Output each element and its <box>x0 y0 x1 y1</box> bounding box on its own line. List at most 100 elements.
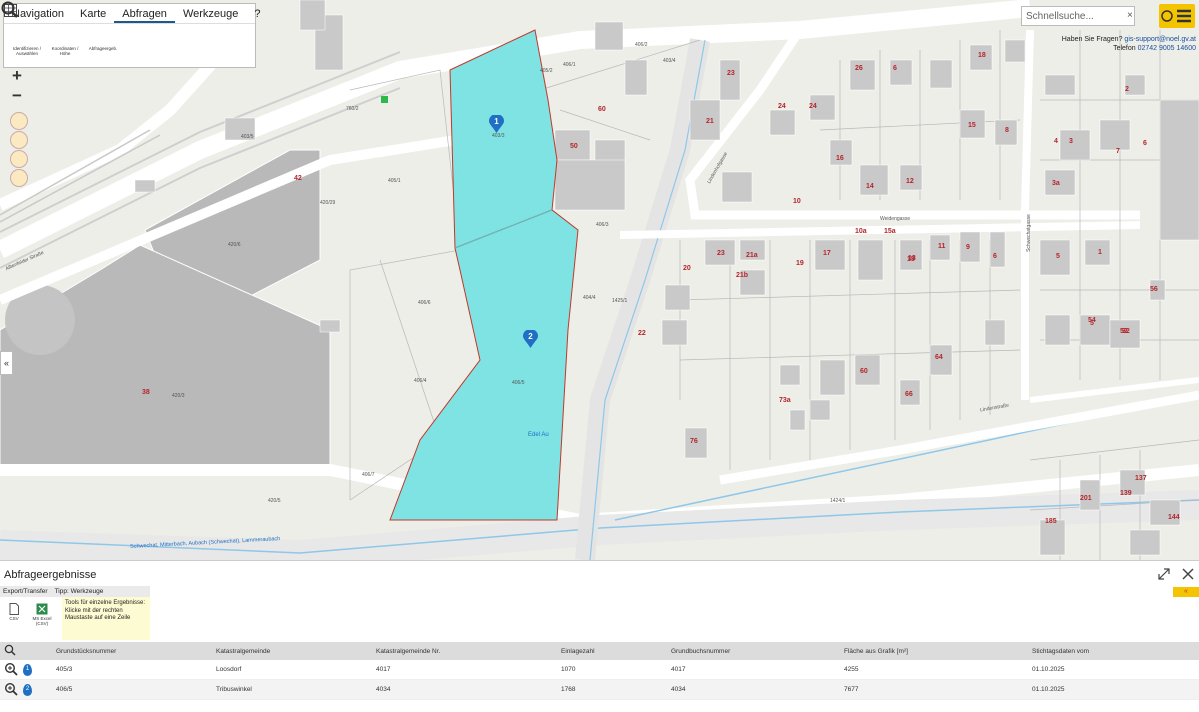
house-number: 4 <box>1054 138 1058 145</box>
zoom-to-button[interactable] <box>0 660 22 680</box>
house-number: 11 <box>938 243 946 250</box>
column-header[interactable]: Stichtagsdaten vom <box>1032 642 1199 660</box>
csv-file-icon <box>9 603 19 615</box>
house-number: 66 <box>905 391 913 398</box>
house-number: 18 <box>978 52 986 59</box>
locate-button[interactable] <box>10 169 28 187</box>
house-number: 6 <box>1143 140 1147 147</box>
zoom-to-icon <box>4 662 18 676</box>
back-button[interactable] <box>10 150 28 168</box>
street-name: Schwechatgasse <box>1025 214 1032 252</box>
panel-action-button[interactable]: « <box>1173 587 1199 597</box>
house-number: 2 <box>1125 86 1129 93</box>
house-number: 60 <box>860 368 868 375</box>
house-number: 22 <box>638 330 646 337</box>
results-panel: Abfrageergebnisse « Export/Transfer Tipp… <box>0 560 1199 712</box>
column-header[interactable]: Katastralgemeinde Nr. <box>376 642 561 660</box>
table-header: Grundstücksnummer Katastralgemeinde Kata… <box>0 642 1199 660</box>
parcel-label: 405/2 <box>540 68 553 74</box>
house-number: 20 <box>683 265 691 272</box>
coordinates-tool-label: Koordinaten / Höhe <box>51 46 79 56</box>
zoom-to-button[interactable] <box>0 679 22 700</box>
column-header[interactable]: Grundstücksnummer <box>56 642 216 660</box>
house-number: 144 <box>1168 514 1180 521</box>
parcel-label: 406/3 <box>596 222 609 228</box>
parcel-label: 403/4 <box>663 58 676 64</box>
tab-help[interactable]: ? <box>246 4 268 23</box>
export-section: Export/Transfer Tipp: Werkzeuge CSV MS E… <box>0 586 150 640</box>
column-header[interactable]: Grundbuchsnummer <box>671 642 844 660</box>
street-name: Edel Au <box>528 432 549 438</box>
identify-tool-label: Identifizieren / Auswählen <box>12 46 41 56</box>
main-menu-button[interactable] <box>1159 4 1195 28</box>
export-tab[interactable]: Export/Transfer <box>0 586 52 597</box>
house-number: 5 <box>1056 253 1060 260</box>
house-number: 54 <box>1088 317 1096 324</box>
search-icon[interactable] <box>0 0 20 20</box>
expand-icon[interactable] <box>1158 568 1170 580</box>
export-csv-label: CSV <box>9 616 19 621</box>
table-cell: 1070 <box>561 660 671 680</box>
table-cell: 4017 <box>376 660 561 680</box>
marker-header <box>22 642 56 660</box>
house-number: 3a <box>1052 180 1060 187</box>
house-number: 3 <box>1069 138 1073 145</box>
row-marker-badge: 1 <box>23 663 32 676</box>
table-cell: 01.10.2025 <box>1032 679 1199 700</box>
zoom-in-button[interactable]: + <box>8 67 26 85</box>
collapse-sidebar-button[interactable]: « <box>0 351 13 375</box>
house-number: 8 <box>1005 127 1009 134</box>
table-cell: Tribuswinkel <box>216 679 376 700</box>
parcel-label: 406/7 <box>362 472 375 478</box>
house-number: 76 <box>690 438 698 445</box>
main-menu: Navigation Karte Abfragen Werkzeuge ? i … <box>3 3 261 68</box>
house-number: 12 <box>906 178 914 185</box>
house-number: 19 <box>796 260 804 267</box>
support-info: Haben Sie Fragen? gis-support@noel.gv.at… <box>1021 35 1196 53</box>
parcel-label: 406/5 <box>512 380 525 386</box>
house-number: 9 <box>966 244 970 251</box>
map-view[interactable]: 403/3 406/5 405/2 405/1 406/6 406/4 420/… <box>0 0 1199 560</box>
identify-tool[interactable]: i Identifizieren / Auswählen <box>4 4 46 56</box>
parcel-label: 406/4 <box>414 378 427 384</box>
help-question: Haben Sie Fragen? <box>1061 36 1123 43</box>
menu-tools: i Identifizieren / Auswählen Koordinaten… <box>4 4 255 56</box>
house-number: 64 <box>935 354 943 361</box>
table-row[interactable]: 1 405/3 Loosdorf 4017 1070 4017 4255 01.… <box>0 660 1199 680</box>
layer-button[interactable] <box>10 112 28 130</box>
results-tool[interactable]: Abfrageergeb. <box>4 4 122 56</box>
tab-karte[interactable]: Karte <box>72 4 114 23</box>
house-number: 38 <box>142 389 150 396</box>
parcel-label: 760/2 <box>346 106 359 112</box>
close-icon[interactable] <box>1181 567 1195 581</box>
column-header[interactable]: Einlagezahl <box>561 642 671 660</box>
table-row[interactable]: 2 406/5 Tribuswinkel 4034 1768 4034 7677… <box>0 679 1199 700</box>
table-cell: 4034 <box>376 679 561 700</box>
column-header[interactable]: Katastralgemeinde <box>216 642 376 660</box>
tipp-tab[interactable]: Tipp: Werkzeuge <box>52 586 108 597</box>
column-header[interactable]: Fläche aus Grafik [m²] <box>844 642 1032 660</box>
help-phone[interactable]: 02742 9005 14600 <box>1138 45 1196 52</box>
help-email[interactable]: gis-support@noel.gv.at <box>1124 36 1196 43</box>
tab-werkzeuge[interactable]: Werkzeuge <box>175 4 246 23</box>
parcel-label: 1424/1 <box>830 498 846 504</box>
home-button[interactable] <box>10 131 28 149</box>
search-input[interactable]: Schnellsuche... <box>1021 6 1135 26</box>
house-number: 7 <box>1116 148 1120 155</box>
zoom-out-button[interactable]: − <box>8 87 26 105</box>
export-csv-button[interactable]: CSV <box>0 597 28 626</box>
house-number: 14 <box>866 183 874 190</box>
result-marker-1[interactable]: 1 <box>489 115 504 134</box>
result-marker-2[interactable]: 2 <box>523 330 538 349</box>
zoom-header <box>0 642 22 660</box>
tab-abfragen[interactable]: Abfragen <box>114 4 175 23</box>
search-clear-button[interactable]: × <box>1127 10 1133 21</box>
row-marker-badge: 2 <box>23 683 32 696</box>
tipp-text: Tools für einzelne Ergebnisse: Klicke mi… <box>62 597 150 640</box>
coordinates-tool[interactable]: Koordinaten / Höhe <box>5 5 84 56</box>
parcel-label: 406/6 <box>418 300 431 306</box>
house-number: 23 <box>717 250 725 257</box>
house-number: 185 <box>1045 518 1057 525</box>
parcel-label: 403/5 <box>241 134 254 140</box>
export-excel-button[interactable]: MS Excel (CSV) <box>28 597 56 626</box>
